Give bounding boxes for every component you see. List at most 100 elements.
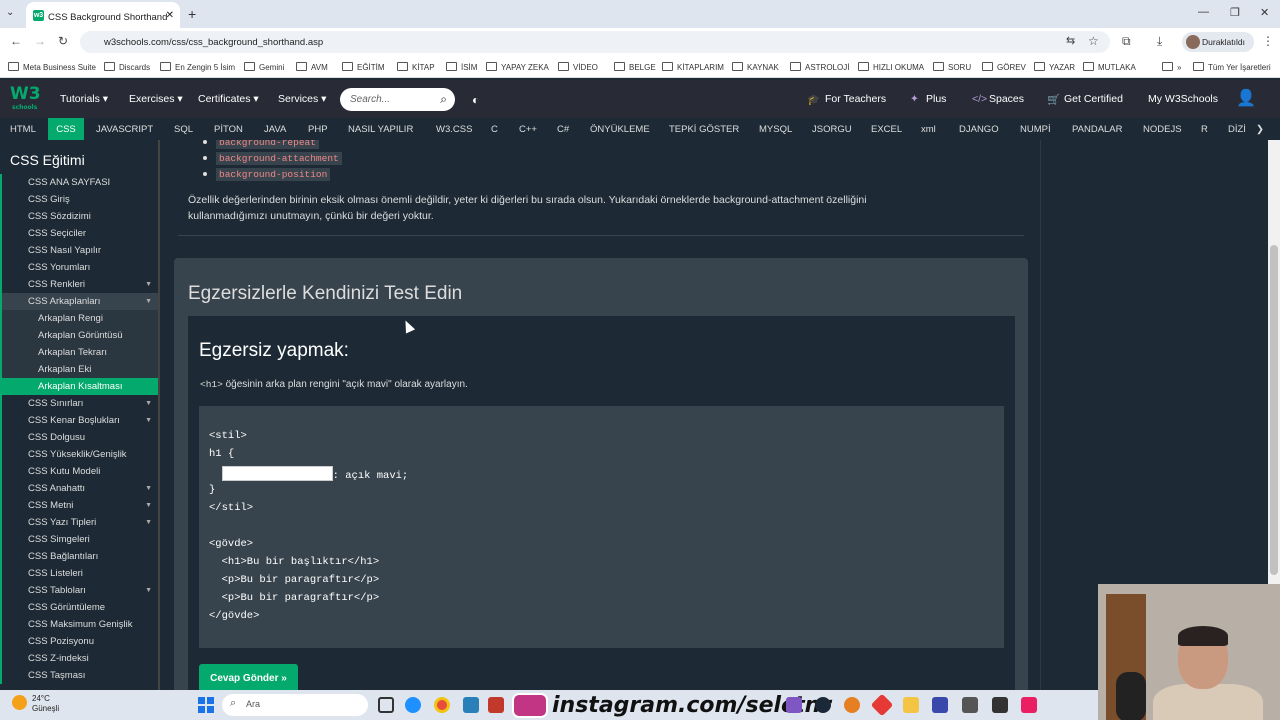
sidebar-item[interactable]: CSS Nasıl Yapılır	[0, 242, 158, 259]
bookmark-item[interactable]: İSİM	[446, 62, 477, 72]
bookmark-item[interactable]: KİTAPLARIM	[662, 62, 724, 72]
bookmark-item[interactable]: Gemini	[244, 62, 284, 72]
lang-tab-pandalar[interactable]: PANDALAR	[1072, 124, 1123, 135]
lang-tab-önyükleme[interactable]: ÖNYÜKLEME	[590, 124, 650, 135]
edge-icon[interactable]	[405, 697, 421, 713]
sidebar-item[interactable]: CSS Tabloları ▼	[0, 582, 158, 599]
lang-tab-tepki-göster[interactable]: TEPKİ GÖSTER	[669, 124, 739, 135]
chevron-down-icon[interactable]: ▼	[145, 276, 152, 293]
nav-get-certified[interactable]: Get Certified	[1064, 93, 1123, 105]
close-tab-icon[interactable]: ✕	[166, 10, 174, 21]
sidebar-item[interactable]: Arkaplan Rengi	[0, 310, 158, 327]
sidebar-item[interactable]: Arkaplan Kısaltması	[0, 378, 158, 395]
search-input[interactable]: Search... ⌕	[340, 88, 455, 111]
app-icon[interactable]	[488, 697, 504, 713]
nav-exercises[interactable]: Exercises ▾	[129, 93, 183, 105]
lang-tab-nasil-yapilir[interactable]: NASIL YAPILIR	[348, 124, 413, 135]
lang-tab-django[interactable]: DJANGO	[959, 124, 999, 135]
chevron-down-icon[interactable]: ▼	[145, 293, 152, 310]
bookmark-item[interactable]: EĞİTİM	[342, 62, 385, 72]
new-tab-icon[interactable]: +	[188, 6, 196, 22]
bookmark-item[interactable]: GÖREV	[982, 62, 1026, 72]
lang-tab-mysql[interactable]: MYSQL	[759, 124, 792, 135]
forward-icon[interactable]: →	[34, 34, 46, 48]
app-icon[interactable]	[844, 697, 860, 713]
close-window-icon[interactable]: ✕	[1260, 6, 1269, 19]
nav-for-teachers[interactable]: For Teachers	[825, 93, 886, 105]
bookmark-item[interactable]: KAYNAK	[732, 62, 779, 72]
windows-start-icon[interactable]	[198, 697, 214, 713]
lang-tab-pi-ton[interactable]: PİTON	[214, 124, 243, 135]
nav-certificates[interactable]: Certificates ▾	[198, 93, 259, 105]
sidebar-item[interactable]: CSS Sınırları ▼	[0, 395, 158, 412]
bookmark-item[interactable]: VİDEO	[558, 62, 598, 72]
url-input[interactable]: w3schools.com/css/css_background_shortha…	[80, 31, 1110, 53]
sidebar-item[interactable]: CSS Bağlantıları	[0, 548, 158, 565]
minimize-icon[interactable]: —	[1198, 6, 1209, 18]
nav-spaces[interactable]: Spaces	[989, 93, 1024, 105]
app-icon[interactable]	[932, 697, 948, 713]
profile-button[interactable]: Duraklatıldı	[1182, 32, 1254, 52]
visual-studio-icon[interactable]	[786, 697, 802, 713]
lang-tab-java[interactable]: JAVA	[264, 124, 286, 135]
sidebar-item[interactable]: CSS Kutu Modeli	[0, 463, 158, 480]
sidebar-item[interactable]: CSS Listeleri	[0, 565, 158, 582]
lang-tab-w3-css[interactable]: W3.CSS	[436, 124, 472, 135]
sidebar-item[interactable]: CSS Metni ▼	[0, 497, 158, 514]
sidebar-item[interactable]: CSS Görüntüleme	[0, 599, 158, 616]
bookmark-item[interactable]: SORU	[933, 62, 971, 72]
app-icon[interactable]	[870, 693, 894, 717]
sidebar-item[interactable]: CSS Seçiciler	[0, 225, 158, 242]
more-bookmarks-icon[interactable]: »	[1162, 62, 1181, 72]
chevron-down-icon[interactable]: ▼	[145, 514, 152, 531]
sidebar-item[interactable]: CSS Z-indeksi	[0, 650, 158, 667]
chevron-down-icon[interactable]: ▼	[145, 582, 152, 599]
tiktok-icon[interactable]	[1021, 697, 1037, 713]
sidebar-item[interactable]: CSS ANA SAYFASI	[0, 174, 158, 191]
nav-my-w3schools[interactable]: My W3Schools	[1148, 93, 1218, 105]
bookmark-item[interactable]: MUTLAKA	[1083, 62, 1136, 72]
sidebar-item[interactable]: CSS Renkleri ▼	[0, 276, 158, 293]
nav-plus[interactable]: Plus	[926, 93, 946, 105]
lang-tab-nodejs[interactable]: NODEJS	[1143, 124, 1182, 135]
app-icon[interactable]	[992, 697, 1008, 713]
lang-tab-excel[interactable]: EXCEL	[871, 124, 902, 135]
bookmark-item[interactable]: YAZAR	[1034, 62, 1075, 72]
back-icon[interactable]: ←	[10, 34, 22, 48]
theme-toggle-icon[interactable]: ◐	[472, 93, 479, 107]
lang-tab-c[interactable]: C	[491, 124, 498, 135]
task-view-icon[interactable]	[378, 697, 394, 713]
chevron-down-icon[interactable]: ▼	[145, 480, 152, 497]
store-icon[interactable]	[463, 697, 479, 713]
sidebar-item[interactable]: CSS Simgeleri	[0, 531, 158, 548]
w3schools-logo[interactable]: W3 schools	[10, 84, 41, 114]
lang-tab-r[interactable]: R	[1201, 124, 1208, 135]
extensions-icon[interactable]: ⧉	[1122, 34, 1131, 49]
nav-services[interactable]: Services ▾	[278, 93, 326, 105]
sidebar-item[interactable]: CSS Giriş	[0, 191, 158, 208]
download-icon[interactable]: ⤓	[1157, 34, 1162, 49]
search-icon[interactable]: ⌕	[440, 92, 447, 107]
sidebar-item[interactable]: CSS Yükseklik/Genişlik	[0, 446, 158, 463]
answer-input[interactable]	[221, 466, 333, 481]
sidebar-item[interactable]: CSS Maksimum Genişlik	[0, 616, 158, 633]
scrollbar-thumb[interactable]	[1270, 245, 1278, 575]
bookmark-item[interactable]: KİTAP	[397, 62, 435, 72]
user-icon[interactable]: 👤	[1236, 88, 1256, 108]
lang-tab-jsorgu[interactable]: JSORGU	[812, 124, 852, 135]
bookmark-item[interactable]: BELGE	[614, 62, 656, 72]
sidebar-item[interactable]: Arkaplan Eki	[0, 361, 158, 378]
sidebar-item[interactable]: CSS Sözdizimi	[0, 208, 158, 225]
sidebar-item[interactable]: CSS Pozisyonu	[0, 633, 158, 650]
sidebar-item[interactable]: CSS Yazı Tipleri ▼	[0, 514, 158, 531]
lang-tab-c-[interactable]: C#	[557, 124, 569, 135]
bookmark-item[interactable]: ASTROLOJİ	[790, 62, 849, 72]
maximize-icon[interactable]: ❐	[1230, 6, 1240, 19]
app-icon[interactable]	[962, 697, 978, 713]
lang-tab-css[interactable]: CSS	[48, 118, 84, 140]
nav-tutorials[interactable]: Tutorials ▾	[60, 93, 108, 105]
lang-tab-c-[interactable]: C++	[519, 124, 537, 135]
lang-tab-numpi-[interactable]: NUMPİ	[1020, 124, 1051, 135]
weather-widget[interactable]: 24°C Güneşli	[12, 694, 59, 714]
lang-tab-sql[interactable]: SQL	[174, 124, 193, 135]
